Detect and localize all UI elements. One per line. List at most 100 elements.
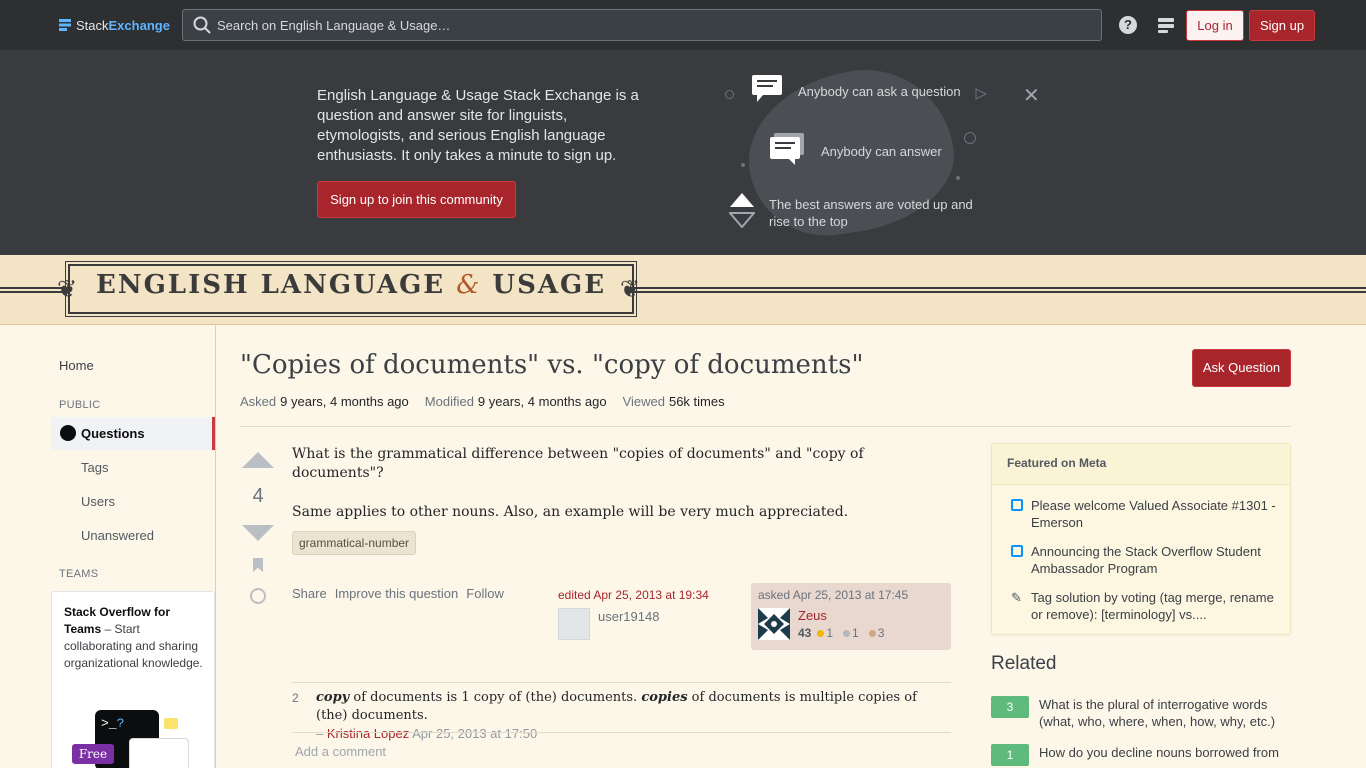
related-score: 1 [991,744,1029,766]
silver-count: 1 [852,626,859,640]
nav-questions[interactable]: Questions [51,417,215,450]
stackexchange-icon [59,19,71,31]
body-paragraph: What is the grammatical difference betwe… [292,446,864,481]
post-menu: Share Improve this question Follow [292,586,504,601]
featured-item-text[interactable]: Please welcome Valued Associate #1301 - … [1031,497,1277,531]
stackexchange-logo[interactable]: Stack Exchange [58,15,170,35]
topbar: Stack Exchange ? Log in Sign up [0,0,1366,50]
hero-feature-answer: Anybody can answer [821,144,942,159]
related-title: Related [991,653,1057,674]
left-ornament-icon: ❦ [57,275,78,303]
follow-link[interactable]: Follow [466,586,504,601]
nav-unanswered[interactable]: Unanswered [81,528,154,543]
gold-count: 1 [826,626,834,640]
vote-count: 4 [252,485,264,507]
bookmark-icon[interactable] [253,558,263,572]
bronze-count: 3 [877,626,885,640]
improve-link[interactable]: Improve this question [335,586,459,601]
comment-dash: – [316,726,327,741]
downvote-arrow-icon[interactable] [242,525,274,541]
site-banner[interactable]: ❦ ❦ ENGLISH LANGUAGE & USAGE [0,255,1366,325]
edit-info[interactable]: edited Apr 25, 2013 at 19:34 [558,588,709,602]
search-input[interactable] [217,17,1097,33]
help-icon[interactable]: ? [1119,16,1137,34]
brand-exchange: Exchange [108,17,170,33]
comments-divider [292,682,951,683]
related-link[interactable]: What is the plural of interrogative word… [1039,696,1291,730]
featured-item[interactable]: Please welcome Valued Associate #1301 - … [1007,497,1277,531]
join-community-button[interactable]: Sign up to join this community [317,181,516,218]
site-title-amp: & [456,270,482,300]
featured-title: Featured on Meta [992,444,1290,485]
comment-em2: copies [641,690,688,705]
ask-question-button[interactable]: Ask Question [1192,349,1291,387]
silver-badge-icon [843,630,851,637]
ask-question-icon [752,75,782,102]
editor-name: user19148 [598,609,660,624]
comment-text1: of documents is 1 copy of (the) document… [349,690,642,705]
comment-user[interactable]: Kristina Lopez [327,726,409,741]
pencil-icon: ✎ [1011,590,1022,605]
search-bar[interactable] [182,9,1102,41]
terminal-question: ? [116,716,125,731]
right-ornament-icon: ❦ [620,275,641,303]
site-title-part1: ENGLISH LANGUAGE [96,270,446,300]
close-icon[interactable]: ✕ [1023,83,1040,108]
featured-item-text[interactable]: Announcing the Stack Overflow Student Am… [1031,543,1277,577]
free-badge: Free [72,744,114,764]
chat-icon [164,718,178,729]
add-comment-link[interactable]: Add a comment [295,744,386,759]
globe-icon [60,425,76,441]
comment-text: copy of documents is 1 copy of (the) doc… [316,689,951,744]
question-title[interactable]: "Copies of documents" vs. "copy of docum… [240,350,863,380]
nav-tags[interactable]: Tags [81,460,108,475]
comments-divider [292,732,951,733]
featured-on-meta: Featured on Meta Please welcome Valued A… [991,443,1291,635]
site-switcher-icon[interactable] [1157,16,1175,34]
hero-feature-ask: Anybody can ask a question [798,84,961,99]
comment-em1: copy [316,690,350,705]
meta-viewed: Viewed 56k times [622,394,725,409]
title-divider [240,426,1291,427]
nav-users[interactable]: Users [81,494,115,509]
nav-section-public: PUBLIC [59,399,101,411]
reputation-score: 43 [798,626,812,640]
featured-item[interactable]: Announcing the Stack Overflow Student Am… [1007,543,1277,577]
comment-date[interactable]: Apr 25, 2013 at 17:50 [409,726,537,741]
decor-dot [725,90,734,99]
teams-promo[interactable]: Stack Overflow for Teams – Start collabo… [51,591,215,768]
teams-text: Stack Overflow for Teams – Start collabo… [64,604,204,672]
related-link[interactable]: How do you decline nouns borrowed from [1039,744,1291,761]
history-icon[interactable] [250,588,266,604]
owner-avatar[interactable] [758,608,790,640]
nav-home[interactable]: Home [59,358,94,373]
nav-questions-label: Questions [81,426,145,441]
signup-button[interactable]: Sign up [1249,10,1315,41]
edited-action[interactable]: edited Apr 25, 2013 at 19:34 [558,588,709,602]
nav-section-teams: TEAMS [59,568,99,580]
share-link[interactable]: Share [292,586,327,601]
play-icon [975,88,987,100]
chat-bubble-icon [1011,499,1023,511]
brand-stack: Stack [76,17,109,33]
login-button[interactable]: Log in [1186,10,1244,41]
answer-icon [770,133,804,165]
asked-action[interactable]: asked Apr 25, 2013 at 17:45 [758,588,908,602]
search-icon [193,16,211,34]
site-title-part2: USAGE [492,270,607,300]
owner-name[interactable]: Zeus [798,608,827,623]
featured-item-text[interactable]: Tag solution by voting (tag merge, renam… [1031,589,1277,623]
upvote-arrow-icon[interactable] [242,452,274,468]
editor-avatar[interactable] [558,608,590,640]
terminal-prompt: >_ [101,716,117,731]
hero-feature-vote: The best answers are voted up and rise t… [769,197,973,229]
owner-card: asked Apr 25, 2013 at 17:45 Zeus 43 1 1 3 [751,583,951,650]
vote-arrows-icon [729,193,755,228]
tag-grammatical-number[interactable]: grammatical-number [292,531,417,555]
gold-badge-icon [817,630,825,637]
card-illustration [129,738,189,768]
decor-dot [741,163,745,167]
meta-modified: Modified 9 years, 4 months ago [424,394,607,409]
comment-score: 2 [292,691,299,705]
featured-item[interactable]: ✎ Tag solution by voting (tag merge, ren… [1007,589,1277,623]
